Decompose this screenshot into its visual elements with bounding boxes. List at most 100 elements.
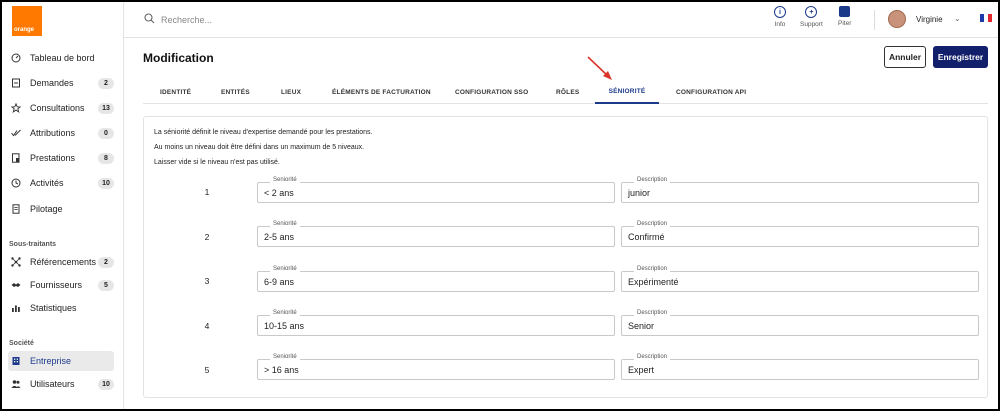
field-label: Description [634,266,671,272]
support-label: Support [800,21,823,28]
field-label: Seniorité [270,177,300,183]
field-value: < 2 ans [264,188,294,198]
sidebar-item-label: Prestations [30,153,76,163]
level-number: 2 [204,232,210,242]
description-field[interactable]: Description Expert [621,354,979,380]
description-field[interactable]: Description Confirmé [621,221,979,247]
sidebar-item-label: Tableau de bord [30,53,95,63]
piter-button[interactable]: Piter [838,6,851,27]
chat-icon [839,6,851,17]
seniority-field[interactable]: Seniorité 2-5 ans [257,221,615,247]
level-number: 3 [204,276,210,286]
count-badge: 13 [98,102,114,114]
document-icon [8,153,24,163]
avatar[interactable] [888,10,906,28]
field-label: Seniorité [270,354,300,360]
sidebar-item-referencements[interactable]: Référencements 2 [8,252,114,272]
sidebar-item-tableau-de-bord[interactable]: Tableau de bord [8,48,114,68]
clock-icon [8,178,24,188]
field-value: > 16 ans [264,365,299,375]
sidebar-item-activites[interactable]: Activités 10 [8,173,114,193]
sidebar-item-demandes[interactable]: Demandes 2 [8,73,114,93]
sidebar-item-label: Demandes [30,78,74,88]
description-field[interactable]: Description Expérimenté [621,266,979,292]
intro-line: La séniorité définit le niveau d'experti… [154,129,373,136]
tab-roles[interactable]: RÔLES [556,80,579,104]
tab-lieux[interactable]: LIEUX [281,80,301,104]
sidebar: orange Tableau de bord Demandes 2 Consul… [2,2,124,409]
inbox-icon [8,78,24,88]
orange-logo[interactable]: orange [12,6,42,36]
field-label: Description [634,221,671,227]
bar-chart-icon [8,303,24,313]
tab-identite[interactable]: IDENTITÉ [160,80,191,104]
lifebuoy-icon: + [805,6,818,18]
sidebar-item-label: Référencements [30,257,97,267]
info-label: Info [774,21,786,28]
cancel-button[interactable]: Annuler [884,46,926,68]
count-badge: 10 [98,177,114,189]
field-label: Seniorité [270,221,300,227]
sidebar-item-consultations[interactable]: Consultations 13 [8,98,114,118]
info-button[interactable]: i Info [774,6,786,28]
sidebar-item-label: Statistiques [30,303,77,313]
sidebar-item-label: Activités [30,178,64,188]
sidebar-item-utilisateurs[interactable]: Utilisateurs 10 [8,374,114,394]
network-icon [8,257,24,267]
tab-configuration-sso[interactable]: CONFIGURATION SSO [455,80,528,104]
tab-bar: IDENTITÉ ENTITÉS LIEUX ÉLÉMENTS DE FACTU… [143,80,988,104]
sidebar-item-attributions[interactable]: Attributions 0 [8,123,114,143]
count-badge: 2 [98,77,114,89]
app-window: orange Tableau de bord Demandes 2 Consul… [2,2,998,409]
intro-line: Au moins un niveau doit être défini dans… [154,144,365,151]
field-label: Description [634,177,671,183]
support-button[interactable]: + Support [800,6,823,28]
count-badge: 8 [98,152,114,164]
checks-icon [8,128,24,138]
level-number: 5 [204,365,210,375]
field-value: Senior [628,321,655,331]
sidebar-item-entreprise[interactable]: Entreprise [8,351,114,371]
annotation-arrow [587,56,612,80]
sidebar-item-fournisseurs[interactable]: Fournisseurs 5 [8,275,114,295]
seniority-field[interactable]: Seniorité 6-9 ans [257,266,615,292]
field-label: Description [634,310,671,316]
sidebar-item-label: Utilisateurs [30,379,75,389]
users-icon [8,379,24,389]
seniority-field[interactable]: Seniorité 10-15 ans [257,310,615,336]
seniority-field[interactable]: Seniorité > 16 ans [257,354,615,380]
level-number: 4 [204,321,210,331]
field-value: 10-15 ans [264,321,305,331]
star-icon [8,103,24,113]
field-value: Confirmé [628,232,665,242]
section-label-sous-traitants: Sous-traitants [9,241,57,248]
tab-entites[interactable]: ENTITÉS [221,80,250,104]
search-input[interactable]: Recherche... [144,13,212,26]
file-icon [8,204,24,214]
chevron-down-icon[interactable]: ⌄ [954,14,961,23]
field-value: junior [628,188,651,198]
intro-line: Laisser vide si le niveau n'est pas util… [154,159,280,166]
field-value: 2-5 ans [264,232,295,242]
top-divider [874,10,875,30]
field-value: Expert [628,365,655,375]
french-flag-icon[interactable] [980,14,992,22]
user-name[interactable]: Virginie [916,15,943,24]
seniority-field[interactable]: Seniorité < 2 ans [257,177,615,203]
info-icon: i [774,6,786,18]
sidebar-item-pilotage[interactable]: Pilotage [8,199,114,219]
description-field[interactable]: Description junior [621,177,979,203]
sidebar-item-label: Entreprise [30,356,72,366]
sidebar-item-label: Consultations [30,103,85,113]
tab-seniorite[interactable]: SÉNIORITÉ [595,80,659,104]
tab-elements-de-facturation[interactable]: ÉLÉMENTS DE FACTURATION [332,80,431,104]
save-button[interactable]: Enregistrer [933,46,988,68]
count-badge: 10 [98,378,114,390]
sidebar-item-prestations[interactable]: Prestations 8 [8,148,114,168]
level-number: 1 [204,187,210,197]
field-value: Expérimenté [628,277,679,287]
field-value: 6-9 ans [264,277,295,287]
tab-configuration-api[interactable]: CONFIGURATION API [676,80,746,104]
description-field[interactable]: Description Senior [621,310,979,336]
sidebar-item-statistiques[interactable]: Statistiques [8,298,114,318]
